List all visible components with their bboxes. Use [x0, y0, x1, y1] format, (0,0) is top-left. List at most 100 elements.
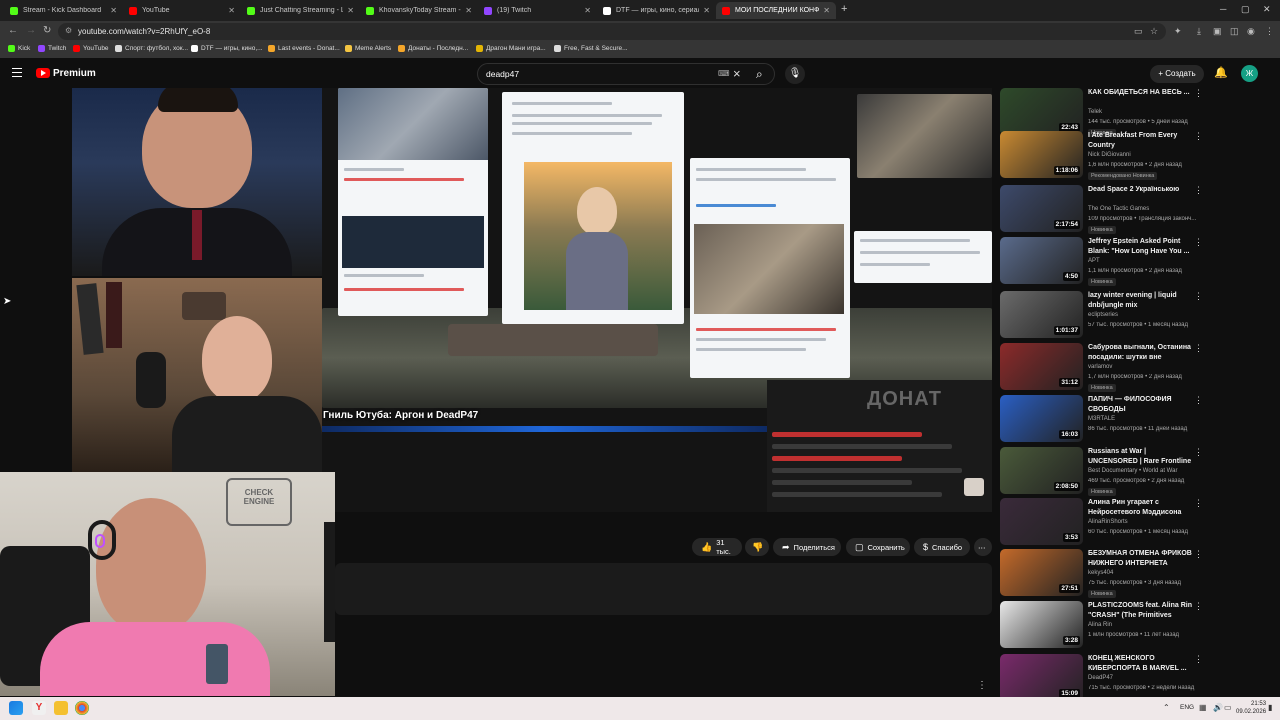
- create-button[interactable]: + Создать: [1150, 65, 1204, 83]
- video-thumbnail[interactable]: 3:28: [1000, 601, 1083, 648]
- voice-search-icon[interactable]: 🎙: [785, 64, 805, 84]
- system-clock[interactable]: 21:53 09.02.2026: [1236, 700, 1266, 716]
- close-icon[interactable]: ✕: [465, 6, 472, 15]
- bookmark-item[interactable]: Last events - Donat...: [268, 45, 340, 52]
- close-icon[interactable]: ✕: [584, 6, 591, 15]
- bookmark-item[interactable]: Free, Fast & Secure...: [554, 45, 628, 52]
- hamburger-menu-icon[interactable]: [12, 68, 22, 77]
- more-vertical-icon[interactable]: ⋮: [1194, 395, 1203, 406]
- related-video-item[interactable]: 3:28 PLASTICZOOMS feat. Alina Rin "CRASH"…: [1000, 601, 1203, 653]
- related-video-item[interactable]: 1:01:37 lazy winter evening | liquid dnb/…: [1000, 291, 1203, 343]
- video-title[interactable]: КАК ОБИДЕТЬСЯ НА ВЕСЬ ...: [1088, 88, 1192, 98]
- browser-tab[interactable]: (19) Twitch ✕: [478, 2, 597, 19]
- more-vertical-icon[interactable]: ⋮: [1194, 291, 1203, 302]
- channel-name[interactable]: M3RTALE: [1088, 416, 1115, 422]
- video-title[interactable]: PLASTICZOOMS feat. Alina Rin "CRASH" (Th…: [1088, 601, 1192, 621]
- more-vertical-icon[interactable]: ⋮: [1194, 601, 1203, 612]
- bookmark-item[interactable]: YouTube: [73, 45, 109, 52]
- video-thumbnail[interactable]: 16:03: [1000, 395, 1083, 442]
- browser-tab[interactable]: DTF — игры, кино, сериалы, р ✕: [597, 2, 716, 19]
- more-vertical-icon[interactable]: ⋮: [1194, 185, 1203, 196]
- video-thumbnail[interactable]: 27:51: [1000, 549, 1083, 596]
- video-title[interactable]: ПАПИЧ — ФИЛОСОФИЯ СВОБОДЫ: [1088, 395, 1192, 415]
- channel-name[interactable]: The One Tactic Games: [1088, 206, 1149, 212]
- browser-tab[interactable]: Just Chatting Streaming - Live S✕: [241, 2, 360, 19]
- video-thumbnail[interactable]: 1:01:37: [1000, 291, 1083, 338]
- video-thumbnail[interactable]: 22:43: [1000, 88, 1083, 135]
- channel-name[interactable]: AlinaRinShorts: [1088, 519, 1128, 525]
- bookmark-item[interactable]: Драгон Мани игра...: [476, 45, 546, 52]
- maximize-icon[interactable]: ▢: [1241, 4, 1250, 15]
- related-video-item[interactable]: 2:17:54 Dead Space 2 Українською The One T…: [1000, 185, 1203, 237]
- video-thumbnail[interactable]: 4:50: [1000, 237, 1083, 284]
- share-button[interactable]: ➦ Поделиться: [773, 538, 841, 556]
- reload-icon[interactable]: ↻: [43, 25, 51, 36]
- notifications-bell-icon[interactable]: 🔔: [1214, 66, 1228, 79]
- tray-expand-icon[interactable]: ⌃: [1163, 703, 1170, 712]
- browser-tab[interactable]: YouTube ✕: [123, 2, 241, 19]
- video-title[interactable]: I Ate Breakfast From Every Country: [1088, 131, 1192, 151]
- channel-name[interactable]: ecliptseries: [1088, 312, 1118, 318]
- browser-tab[interactable]: KhovanskyToday Stream - Watc ✕: [360, 2, 478, 19]
- related-video-item[interactable]: 1:18:06 I Ate Breakfast From Every Countr…: [1000, 131, 1203, 183]
- bookmark-item[interactable]: Kick: [8, 45, 30, 52]
- more-vertical-icon[interactable]: ⋮: [1194, 447, 1203, 458]
- video-title[interactable]: Сабурова выгнали, Останина посадили: шут…: [1088, 343, 1192, 363]
- language-indicator[interactable]: ENG: [1180, 704, 1194, 711]
- related-video-item[interactable]: 31:12 Сабурова выгнали, Останина посадили…: [1000, 343, 1203, 395]
- youtube-brand[interactable]: Premium: [53, 68, 96, 79]
- keyboard-icon[interactable]: ⌨: [718, 69, 730, 78]
- url-input[interactable]: ⚙ youtube.com/watch?v=2RhUfY_eO-8: [58, 23, 1166, 40]
- minimize-icon[interactable]: ─: [1220, 4, 1226, 14]
- more-vertical-icon[interactable]: ⋮: [1194, 498, 1203, 509]
- clear-search-icon[interactable]: ×: [733, 66, 741, 81]
- bookmark-star-icon[interactable]: ☆: [1150, 26, 1158, 37]
- video-title[interactable]: БЕЗУМНАЯ ОТМЕНА ФРИКОВ НИЖНЕГО ИНТЕРНЕТА: [1088, 549, 1192, 569]
- browser-tab-active[interactable]: МОЙ ПОСЛЕДНИЙ КОНФЛИК✕: [716, 2, 836, 19]
- more-vertical-icon[interactable]: ⋮: [1194, 549, 1203, 560]
- dislike-button[interactable]: 👎: [745, 538, 769, 556]
- close-icon[interactable]: ✕: [347, 6, 354, 15]
- bookmark-item[interactable]: DTF — игры, кино,...: [191, 45, 263, 52]
- more-vertical-icon[interactable]: ⋮: [1194, 88, 1203, 99]
- bookmark-item[interactable]: Спорт: футбол, хок...: [115, 45, 188, 52]
- chrome-icon[interactable]: [75, 701, 89, 715]
- channel-name[interactable]: Telek: [1088, 109, 1102, 115]
- profile-icon[interactable]: ◉: [1247, 26, 1255, 37]
- video-title[interactable]: Jeffrey Epstein Asked Point Blank: "How …: [1088, 237, 1192, 257]
- more-vertical-icon[interactable]: ⋮: [1194, 237, 1203, 248]
- video-thumbnail[interactable]: 1:18:06: [1000, 131, 1083, 178]
- related-video-item[interactable]: 3:53 Алина Рин угарает с Нейросетевого Мэ…: [1000, 498, 1203, 550]
- channel-name[interactable]: DeadP47: [1088, 675, 1113, 681]
- search-icon[interactable]: ⌕: [756, 67, 763, 82]
- bookmark-item[interactable]: Twitch: [38, 45, 66, 52]
- bookmark-item[interactable]: Донаты - Последн...: [398, 45, 468, 52]
- search-input[interactable]: deadp47: [486, 69, 519, 79]
- video-thumbnail[interactable]: 2:17:54: [1000, 185, 1083, 232]
- cast-icon[interactable]: ▭: [1134, 26, 1143, 37]
- more-vertical-icon[interactable]: ⋮: [1194, 343, 1203, 354]
- notifications-icon[interactable]: ▮: [1268, 703, 1272, 712]
- youtube-logo-icon[interactable]: [36, 68, 50, 78]
- tab-search-icon[interactable]: ▣: [1213, 26, 1222, 37]
- browser-tab[interactable]: Stream - Kick Dashboard ✕: [4, 2, 123, 19]
- related-video-item[interactable]: 27:51 БЕЗУМНАЯ ОТМЕНА ФРИКОВ НИЖНЕГО ИНТЕ…: [1000, 549, 1203, 601]
- battery-icon[interactable]: ▭: [1224, 703, 1232, 712]
- save-button[interactable]: ▢ Сохранить: [846, 538, 910, 556]
- more-menu-icon[interactable]: ⋮: [1265, 26, 1274, 37]
- close-window-icon[interactable]: ✕: [1263, 4, 1271, 15]
- back-icon[interactable]: ←: [8, 25, 18, 36]
- forward-icon[interactable]: →: [26, 25, 36, 36]
- channel-name[interactable]: varlamov: [1088, 364, 1112, 370]
- video-title[interactable]: Dead Space 2 Українською: [1088, 185, 1192, 195]
- split-icon[interactable]: ◫: [1230, 26, 1239, 37]
- related-video-item[interactable]: 2:08:50 Russians at War | UNCENSORED | Ra…: [1000, 447, 1203, 499]
- more-vertical-icon[interactable]: ⋮: [977, 680, 987, 691]
- more-vertical-icon[interactable]: ⋮: [1194, 131, 1203, 142]
- extensions-icon[interactable]: ✦: [1174, 26, 1182, 37]
- bookmark-item[interactable]: Meme Alerts: [345, 45, 391, 52]
- close-icon[interactable]: ✕: [228, 6, 235, 15]
- yandex-browser-icon[interactable]: Y: [32, 701, 46, 715]
- related-video-item[interactable]: 16:03 ПАПИЧ — ФИЛОСОФИЯ СВОБОДЫ M3RTALE 86 …: [1000, 395, 1203, 447]
- related-video-item[interactable]: 4:50 Jeffrey Epstein Asked Point Blank: "…: [1000, 237, 1203, 289]
